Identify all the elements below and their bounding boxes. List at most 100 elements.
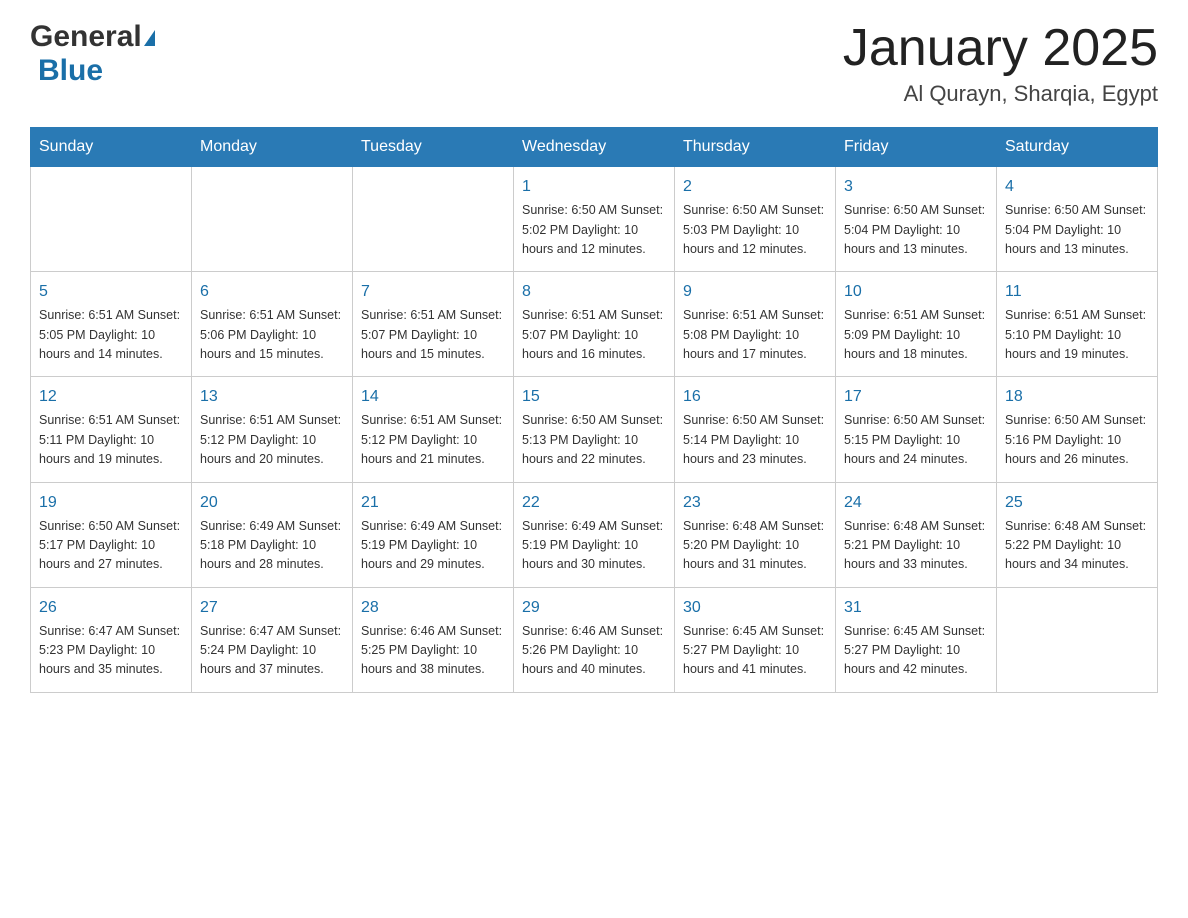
day-number: 15 [522,385,666,409]
day-info: Sunrise: 6:46 AM Sunset: 5:25 PM Dayligh… [361,622,505,680]
day-info: Sunrise: 6:50 AM Sunset: 5:15 PM Dayligh… [844,411,988,469]
day-number: 23 [683,491,827,515]
header-sunday: Sunday [31,128,192,167]
day-number: 2 [683,175,827,199]
day-info: Sunrise: 6:51 AM Sunset: 5:12 PM Dayligh… [200,411,344,469]
day-number: 22 [522,491,666,515]
calendar-week-row: 1Sunrise: 6:50 AM Sunset: 5:02 PM Daylig… [31,167,1158,272]
day-info: Sunrise: 6:51 AM Sunset: 5:07 PM Dayligh… [361,306,505,364]
day-info: Sunrise: 6:49 AM Sunset: 5:19 PM Dayligh… [361,517,505,575]
calendar-cell: 7Sunrise: 6:51 AM Sunset: 5:07 PM Daylig… [353,272,514,377]
page-header: General Blue January 2025 Al Qurayn, Sha… [30,20,1158,107]
calendar-cell: 20Sunrise: 6:49 AM Sunset: 5:18 PM Dayli… [192,482,353,587]
day-info: Sunrise: 6:45 AM Sunset: 5:27 PM Dayligh… [683,622,827,680]
day-info: Sunrise: 6:50 AM Sunset: 5:14 PM Dayligh… [683,411,827,469]
calendar-cell: 19Sunrise: 6:50 AM Sunset: 5:17 PM Dayli… [31,482,192,587]
day-info: Sunrise: 6:49 AM Sunset: 5:18 PM Dayligh… [200,517,344,575]
header-monday: Monday [192,128,353,167]
calendar-cell [31,167,192,272]
day-number: 8 [522,280,666,304]
day-number: 5 [39,280,183,304]
day-info: Sunrise: 6:46 AM Sunset: 5:26 PM Dayligh… [522,622,666,680]
calendar-cell: 10Sunrise: 6:51 AM Sunset: 5:09 PM Dayli… [836,272,997,377]
calendar-cell: 16Sunrise: 6:50 AM Sunset: 5:14 PM Dayli… [675,377,836,482]
day-number: 24 [844,491,988,515]
day-info: Sunrise: 6:51 AM Sunset: 5:07 PM Dayligh… [522,306,666,364]
calendar-cell: 21Sunrise: 6:49 AM Sunset: 5:19 PM Dayli… [353,482,514,587]
day-info: Sunrise: 6:47 AM Sunset: 5:24 PM Dayligh… [200,622,344,680]
calendar-cell: 12Sunrise: 6:51 AM Sunset: 5:11 PM Dayli… [31,377,192,482]
day-info: Sunrise: 6:51 AM Sunset: 5:11 PM Dayligh… [39,411,183,469]
day-number: 25 [1005,491,1149,515]
calendar-cell: 14Sunrise: 6:51 AM Sunset: 5:12 PM Dayli… [353,377,514,482]
calendar-cell [192,167,353,272]
logo-blue-text: Blue [38,54,103,87]
calendar-cell: 6Sunrise: 6:51 AM Sunset: 5:06 PM Daylig… [192,272,353,377]
day-number: 3 [844,175,988,199]
day-number: 29 [522,596,666,620]
calendar-cell: 24Sunrise: 6:48 AM Sunset: 5:21 PM Dayli… [836,482,997,587]
calendar-cell: 13Sunrise: 6:51 AM Sunset: 5:12 PM Dayli… [192,377,353,482]
day-number: 11 [1005,280,1149,304]
logo: General Blue [30,20,155,88]
calendar-cell: 5Sunrise: 6:51 AM Sunset: 5:05 PM Daylig… [31,272,192,377]
location-title: Al Qurayn, Sharqia, Egypt [843,81,1158,107]
day-number: 10 [844,280,988,304]
day-number: 13 [200,385,344,409]
header-wednesday: Wednesday [514,128,675,167]
day-number: 9 [683,280,827,304]
calendar-week-row: 12Sunrise: 6:51 AM Sunset: 5:11 PM Dayli… [31,377,1158,482]
day-info: Sunrise: 6:51 AM Sunset: 5:05 PM Dayligh… [39,306,183,364]
calendar-cell: 4Sunrise: 6:50 AM Sunset: 5:04 PM Daylig… [997,167,1158,272]
day-number: 7 [361,280,505,304]
day-number: 27 [200,596,344,620]
calendar-cell: 17Sunrise: 6:50 AM Sunset: 5:15 PM Dayli… [836,377,997,482]
day-info: Sunrise: 6:50 AM Sunset: 5:04 PM Dayligh… [1005,201,1149,259]
calendar-cell: 29Sunrise: 6:46 AM Sunset: 5:26 PM Dayli… [514,587,675,692]
day-number: 21 [361,491,505,515]
day-number: 1 [522,175,666,199]
calendar-cell: 18Sunrise: 6:50 AM Sunset: 5:16 PM Dayli… [997,377,1158,482]
calendar-cell: 27Sunrise: 6:47 AM Sunset: 5:24 PM Dayli… [192,587,353,692]
weekday-header-row: Sunday Monday Tuesday Wednesday Thursday… [31,128,1158,167]
day-info: Sunrise: 6:48 AM Sunset: 5:22 PM Dayligh… [1005,517,1149,575]
calendar-week-row: 5Sunrise: 6:51 AM Sunset: 5:05 PM Daylig… [31,272,1158,377]
calendar-table: Sunday Monday Tuesday Wednesday Thursday… [30,127,1158,693]
day-number: 28 [361,596,505,620]
day-info: Sunrise: 6:50 AM Sunset: 5:02 PM Dayligh… [522,201,666,259]
title-block: January 2025 Al Qurayn, Sharqia, Egypt [843,20,1158,107]
calendar-cell: 11Sunrise: 6:51 AM Sunset: 5:10 PM Dayli… [997,272,1158,377]
day-info: Sunrise: 6:48 AM Sunset: 5:21 PM Dayligh… [844,517,988,575]
day-info: Sunrise: 6:49 AM Sunset: 5:19 PM Dayligh… [522,517,666,575]
day-number: 16 [683,385,827,409]
calendar-cell: 31Sunrise: 6:45 AM Sunset: 5:27 PM Dayli… [836,587,997,692]
day-info: Sunrise: 6:51 AM Sunset: 5:12 PM Dayligh… [361,411,505,469]
calendar-cell: 3Sunrise: 6:50 AM Sunset: 5:04 PM Daylig… [836,167,997,272]
calendar-cell: 1Sunrise: 6:50 AM Sunset: 5:02 PM Daylig… [514,167,675,272]
day-number: 26 [39,596,183,620]
calendar-cell [353,167,514,272]
calendar-cell [997,587,1158,692]
calendar-week-row: 26Sunrise: 6:47 AM Sunset: 5:23 PM Dayli… [31,587,1158,692]
day-info: Sunrise: 6:47 AM Sunset: 5:23 PM Dayligh… [39,622,183,680]
day-info: Sunrise: 6:48 AM Sunset: 5:20 PM Dayligh… [683,517,827,575]
day-number: 18 [1005,385,1149,409]
calendar-cell: 23Sunrise: 6:48 AM Sunset: 5:20 PM Dayli… [675,482,836,587]
calendar-cell: 2Sunrise: 6:50 AM Sunset: 5:03 PM Daylig… [675,167,836,272]
day-number: 14 [361,385,505,409]
calendar-cell: 15Sunrise: 6:50 AM Sunset: 5:13 PM Dayli… [514,377,675,482]
day-info: Sunrise: 6:50 AM Sunset: 5:03 PM Dayligh… [683,201,827,259]
day-number: 30 [683,596,827,620]
day-info: Sunrise: 6:51 AM Sunset: 5:09 PM Dayligh… [844,306,988,364]
day-number: 12 [39,385,183,409]
day-info: Sunrise: 6:50 AM Sunset: 5:04 PM Dayligh… [844,201,988,259]
calendar-cell: 9Sunrise: 6:51 AM Sunset: 5:08 PM Daylig… [675,272,836,377]
day-info: Sunrise: 6:50 AM Sunset: 5:16 PM Dayligh… [1005,411,1149,469]
calendar-cell: 30Sunrise: 6:45 AM Sunset: 5:27 PM Dayli… [675,587,836,692]
logo-triangle-icon [144,30,155,46]
day-number: 19 [39,491,183,515]
header-friday: Friday [836,128,997,167]
calendar-cell: 25Sunrise: 6:48 AM Sunset: 5:22 PM Dayli… [997,482,1158,587]
header-saturday: Saturday [997,128,1158,167]
calendar-cell: 28Sunrise: 6:46 AM Sunset: 5:25 PM Dayli… [353,587,514,692]
